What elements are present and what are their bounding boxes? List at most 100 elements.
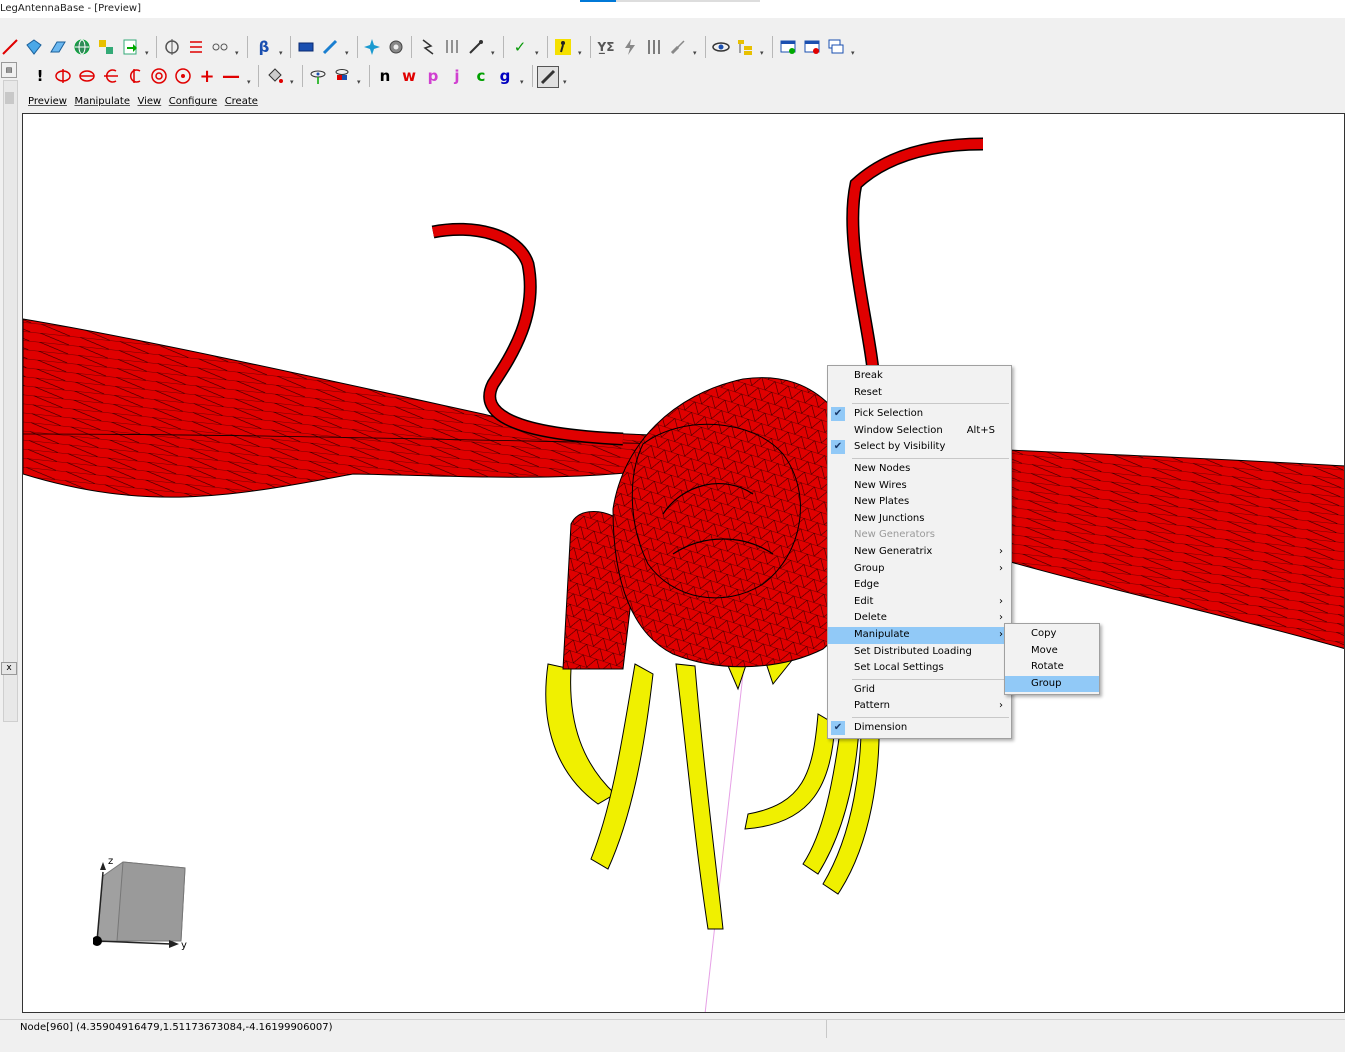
connect-icon[interactable] (210, 37, 230, 57)
dropdown-arrow[interactable]: ▾ (279, 49, 285, 57)
dropdown-arrow[interactable]: ▾ (345, 49, 351, 57)
menu-item-break[interactable]: Break (828, 368, 1011, 385)
submenu-item-copy[interactable]: Copy (1005, 626, 1099, 643)
star-node-icon[interactable] (362, 37, 382, 57)
menu-item-set-local-settings[interactable]: Set Local Settings (828, 660, 1011, 677)
dropdown-arrow[interactable]: ▾ (535, 49, 541, 57)
rotate-axis-3-icon[interactable] (101, 66, 121, 86)
ruler-icon[interactable] (537, 66, 559, 88)
letter-c-button[interactable]: c (471, 66, 491, 86)
displacement-icon[interactable] (644, 37, 664, 57)
menu-item-delete[interactable]: Delete › (828, 610, 1011, 627)
pen-tool-icon[interactable] (320, 37, 340, 57)
letter-w-button[interactable]: w (399, 66, 419, 86)
lightning-icon[interactable] (418, 37, 438, 57)
flash-icon[interactable] (620, 37, 640, 57)
menu-create[interactable]: Create (225, 96, 258, 107)
exclaim-icon[interactable]: ! (30, 66, 50, 86)
3d-viewport[interactable]: z y (22, 113, 1345, 1013)
globe-icon[interactable] (72, 37, 92, 57)
add-window-icon[interactable] (778, 37, 798, 57)
dropdown-arrow[interactable]: ▾ (578, 49, 584, 57)
menu-view[interactable]: View (137, 96, 161, 107)
solver-run-icon[interactable] (553, 37, 573, 57)
menu-item-group[interactable]: Group › (828, 561, 1011, 578)
left-scrollbar[interactable] (3, 80, 18, 722)
dropdown-arrow[interactable]: ▾ (357, 78, 363, 86)
wave-icon[interactable] (668, 37, 688, 57)
cascade-window-icon[interactable] (826, 37, 846, 57)
menu-configure[interactable]: Configure (169, 96, 217, 107)
menu-item-new-nodes[interactable]: New Nodes (828, 461, 1011, 478)
dropdown-arrow[interactable]: ▾ (145, 49, 151, 57)
node-view-icon[interactable] (308, 66, 328, 86)
dropdown-arrow[interactable]: ▾ (851, 49, 857, 57)
menu-item-select-by-visibility[interactable]: ✔ Select by Visibility (828, 439, 1011, 456)
beta-icon[interactable]: β (254, 37, 274, 57)
plus-icon[interactable]: + (197, 66, 217, 87)
menu-item-dimension[interactable]: ✔ Dimension (828, 720, 1011, 737)
rotate-axis-2-icon[interactable] (77, 66, 97, 86)
letter-p-button[interactable]: p (423, 66, 443, 86)
gear-icon[interactable] (386, 37, 406, 57)
minus-icon[interactable]: — (221, 66, 241, 87)
menu-item-new-plates[interactable]: New Plates (828, 494, 1011, 511)
menu-item-set-distributed-loading[interactable]: Set Distributed Loading (828, 644, 1011, 661)
menu-item-pick-selection[interactable]: ✔ Pick Selection (828, 406, 1011, 423)
letter-j-button[interactable]: j (447, 66, 467, 86)
plane-icon[interactable] (48, 37, 68, 57)
menu-item-edit[interactable]: Edit › (828, 594, 1011, 611)
menu-item-edge[interactable]: Edge (828, 577, 1011, 594)
dropdown-arrow[interactable]: ▾ (290, 78, 296, 86)
import-icon[interactable] (120, 37, 140, 57)
menu-item-new-generatrix[interactable]: New Generatrix › (828, 544, 1011, 561)
menu-item-pattern[interactable]: Pattern › (828, 698, 1011, 715)
panel-toggle-icon[interactable]: ▤ (1, 62, 17, 78)
panel-close-button[interactable]: x (1, 662, 17, 675)
menu-item-new-wires[interactable]: New Wires (828, 478, 1011, 495)
right-wing[interactable] (982, 448, 1345, 649)
loads-icon[interactable] (442, 37, 462, 57)
rotate-axis-4-icon[interactable] (125, 66, 145, 86)
dropdown-arrow[interactable]: ▾ (491, 49, 497, 57)
spin-target-icon[interactable] (173, 66, 193, 86)
menu-item-new-junctions[interactable]: New Junctions (828, 511, 1011, 528)
left-wing[interactable] (23, 318, 714, 498)
rotate-axis-1-icon[interactable] (53, 66, 73, 86)
menu-item-window-selection[interactable]: Window Selection Alt+S (828, 423, 1011, 440)
line-tool-icon[interactable] (0, 37, 20, 57)
menu-item-grid[interactable]: Grid (828, 682, 1011, 699)
submenu-item-group[interactable]: Group (1005, 675, 1099, 693)
align-icon[interactable] (186, 37, 206, 57)
paint-bucket-icon[interactable] (265, 66, 285, 86)
menu-item-reset[interactable]: Reset (828, 385, 1011, 402)
menu-item-manipulate[interactable]: Manipulate › (828, 626, 1011, 644)
close-window-icon[interactable] (802, 37, 822, 57)
letter-g-button[interactable]: g (495, 66, 515, 86)
submenu-item-move[interactable]: Move (1005, 643, 1099, 660)
scrollbar-thumb[interactable] (5, 92, 14, 104)
color-view-icon[interactable] (332, 66, 352, 86)
submenu-item-rotate[interactable]: Rotate (1005, 659, 1099, 676)
insect-body[interactable] (562, 377, 870, 670)
stress-icon[interactable]: Y̲Σ (596, 37, 616, 57)
node-shapes-icon[interactable] (96, 37, 116, 57)
menu-manipulate[interactable]: Manipulate (74, 96, 130, 107)
check-icon[interactable]: ✓ (510, 37, 530, 57)
symmetry-icon[interactable] (162, 37, 182, 57)
probe-icon[interactable] (466, 37, 486, 57)
dropdown-arrow[interactable]: ▾ (760, 49, 766, 57)
dropdown-arrow[interactable]: ▾ (520, 78, 526, 86)
dropdown-arrow[interactable]: ▾ (563, 78, 569, 86)
dropdown-arrow[interactable]: ▾ (247, 78, 253, 86)
status-bar: Node[960] (4.35904916479,1.51173673084,-… (0, 1019, 1345, 1038)
dropdown-arrow[interactable]: ▾ (235, 49, 241, 57)
diamond-plate-icon[interactable] (24, 37, 44, 57)
menu-preview[interactable]: Preview (28, 96, 67, 107)
dropdown-arrow[interactable]: ▾ (693, 49, 699, 57)
letter-n-button[interactable]: n (375, 66, 395, 86)
target-icon[interactable] (149, 66, 169, 86)
tree-icon[interactable] (735, 37, 755, 57)
eye-icon[interactable] (711, 37, 731, 57)
rectangle-plate-icon[interactable] (296, 37, 316, 57)
